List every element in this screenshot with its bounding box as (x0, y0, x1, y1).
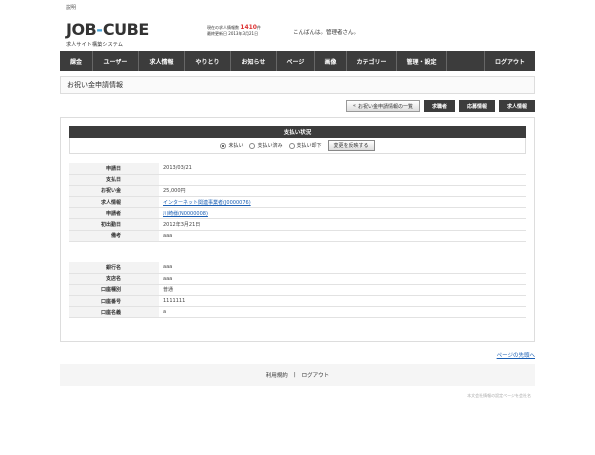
row-label: 申請者 (69, 207, 159, 220)
payment-status-row: 未払い 支払い済み 支払い却下 変更を反映する (69, 138, 526, 154)
row-value (159, 174, 526, 186)
footer: 利用規約 | ログアウト (60, 364, 535, 386)
top-note: 説明 (66, 5, 77, 11)
row-label: お祝い金 (69, 185, 159, 198)
table-row: 備考 aaa (69, 230, 526, 242)
footer-logout-link[interactable]: ログアウト (302, 371, 330, 379)
row-value: aaa (159, 273, 526, 285)
page-title-bar: お祝い金申請情報 (60, 76, 535, 94)
stats-unit: 件 (256, 25, 261, 30)
status-radio-rejected[interactable]: 支払い却下 (288, 142, 322, 149)
row-label: 口座種別 (69, 284, 159, 297)
nav-settings[interactable]: 管理・設定 (397, 51, 447, 71)
row-label: 備考 (69, 230, 159, 242)
row-value: 2013/03/21 (159, 163, 526, 175)
nav-users[interactable]: ユーザー (93, 51, 139, 71)
row-label: 初出勤日 (69, 218, 159, 231)
greeting: こんばんは。管理者さん。 (293, 30, 360, 36)
table-row: 口座名義 a (69, 306, 526, 319)
row-value: 普通 (159, 284, 526, 297)
row-value: 25,000円 (159, 185, 526, 198)
job-seeker-button[interactable]: 求職者 (423, 100, 455, 112)
row-label: 求人情報 (69, 196, 159, 209)
row-label: 申請日 (69, 163, 159, 175)
detail-panel: 支払い状況 未払い 支払い済み 支払い却下 変更を反映する 申請日 2013/03… (60, 117, 535, 342)
application-button[interactable]: 応募情報 (458, 100, 495, 112)
table-row: 口座種別 普通 (69, 284, 526, 297)
last-updated: 最終更新日 2013年3月21日 (207, 31, 259, 36)
applicant-link[interactable]: 川崎様(N0000008) (163, 211, 208, 217)
row-value: aaa (159, 230, 526, 242)
status-option-label: 未払い (228, 143, 244, 149)
table-row: 申請者 川崎様(N0000008) (69, 207, 526, 220)
row-label: 支払日 (69, 174, 159, 186)
nav-categories[interactable]: カテゴリー (347, 51, 397, 71)
status-option-label: 支払い済み (257, 143, 283, 149)
action-buttons: « お祝い金申請情報の一覧 求職者 応募情報 求人情報 (345, 100, 535, 112)
bank-details-table: 銀行名 aaa 支店名 aaa 口座種別 普通 口座番号 1111111 口座名義 a (69, 262, 526, 319)
table-row: 求人情報 インターネット関連事業者(J0000076) (69, 196, 526, 209)
payment-status-header: 支払い状況 (69, 126, 526, 138)
logo-job-text: JOB (66, 20, 97, 39)
nav-spacer (447, 51, 485, 71)
logo[interactable]: JOB - CUBE 求人サイト構築システム (66, 20, 151, 50)
apply-status-button[interactable]: 変更を反映する (327, 140, 375, 151)
table-row: 支店名 aaa (69, 273, 526, 285)
nav-pages[interactable]: ページ (277, 51, 315, 71)
row-value: aaa (159, 262, 526, 274)
row-value: 2012年3月21日 (159, 218, 526, 231)
table-row: 銀行名 aaa (69, 262, 526, 274)
radio-icon (288, 142, 295, 149)
copyright: 本文会社情報の設定ページを会社名 (467, 393, 531, 398)
table-row: お祝い金 25,000円 (69, 185, 526, 198)
row-label: 口座名義 (69, 306, 159, 319)
row-label: 支店名 (69, 273, 159, 285)
nav-logout[interactable]: ログアウト (485, 51, 535, 71)
row-value: 1111111 (159, 295, 526, 308)
status-option-label: 支払い却下 (296, 143, 322, 149)
status-radio-unpaid[interactable]: 未払い (220, 142, 243, 149)
logo-dash-text: - (96, 20, 103, 39)
nav-billing[interactable]: 課金 (60, 51, 93, 71)
double-chevron-left-icon: « (352, 103, 356, 109)
nav-images[interactable]: 画像 (315, 51, 347, 71)
radio-checked-icon (220, 142, 227, 149)
table-row: 支払日 (69, 174, 526, 186)
logo-cube-text: CUBE (102, 20, 149, 39)
radio-icon (249, 142, 256, 149)
nav-messages[interactable]: やりとり (185, 51, 231, 71)
nav-jobs[interactable]: 求人情報 (139, 51, 185, 71)
back-to-list-button[interactable]: « お祝い金申請情報の一覧 (345, 100, 420, 112)
stats-label: 現在の求人情報数 (207, 25, 239, 30)
job-info-link[interactable]: インターネット関連事業者(J0000076) (163, 200, 251, 206)
logo-subtitle: 求人サイト構築システム (66, 42, 124, 48)
job-stats: 現在の求人情報数 1410件 最終更新日 2013年3月21日 (207, 25, 261, 37)
nav-news[interactable]: お知らせ (231, 51, 277, 71)
main-nav: 課金 ユーザー 求人情報 やりとり お知らせ ページ 画像 カテゴリー 管理・設… (60, 51, 535, 71)
row-label: 銀行名 (69, 262, 159, 274)
page-top-link[interactable]: ページの先頭へ (497, 351, 535, 359)
back-to-list-label: お祝い金申請情報の一覧 (357, 103, 413, 110)
table-row: 初出勤日 2012年3月21日 (69, 218, 526, 231)
row-value: a (159, 306, 526, 319)
table-row: 申請日 2013/03/21 (69, 163, 526, 175)
terms-link[interactable]: 利用規約 (266, 371, 288, 379)
application-details-table: 申請日 2013/03/21 支払日 お祝い金 25,000円 求人情報 インターネッ… (69, 163, 526, 242)
job-count: 1410 (240, 24, 257, 31)
page-title: お祝い金申請情報 (67, 81, 123, 89)
status-radio-paid[interactable]: 支払い済み (249, 142, 283, 149)
job-info-button[interactable]: 求人情報 (498, 100, 535, 112)
row-label: 口座番号 (69, 295, 159, 308)
table-row: 口座番号 1111111 (69, 295, 526, 308)
footer-separator: | (293, 372, 296, 378)
